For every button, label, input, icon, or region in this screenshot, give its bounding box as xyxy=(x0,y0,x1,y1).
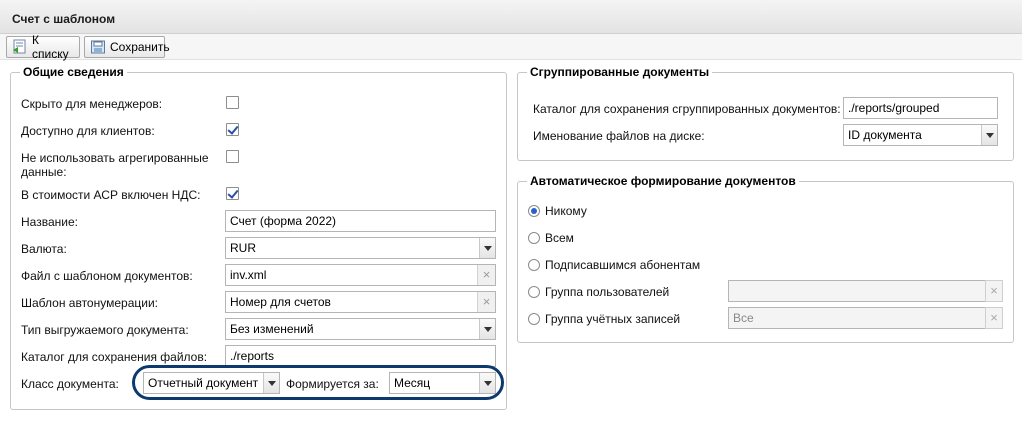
file-naming-select[interactable]: ID документа xyxy=(843,124,998,146)
hidden-for-managers-checkbox[interactable] xyxy=(226,96,239,109)
clear-icon[interactable]: × xyxy=(477,265,495,285)
clear-icon[interactable]: × xyxy=(985,307,1003,329)
autonumber-input[interactable]: Номер для счетов × xyxy=(225,291,496,313)
file-naming-value: ID документа xyxy=(848,128,922,142)
chevron-down-icon[interactable] xyxy=(479,319,495,339)
toolbar: К списку Сохранить xyxy=(0,33,1022,61)
autonumber-value: Номер для счетов xyxy=(230,295,331,309)
no-aggregated-checkbox[interactable] xyxy=(226,150,239,163)
no-aggregated-label-line1: Не использовать агрегированные xyxy=(21,151,209,165)
window-title: Счет с шаблоном xyxy=(12,12,116,26)
save-dir-input[interactable]: ./reports xyxy=(225,345,496,367)
currency-select[interactable]: RUR xyxy=(225,237,496,259)
clear-icon[interactable]: × xyxy=(477,292,495,312)
chevron-down-icon[interactable] xyxy=(981,125,997,145)
save-button[interactable]: Сохранить xyxy=(84,36,170,58)
clear-icon[interactable]: × xyxy=(985,280,1003,302)
list-back-icon xyxy=(12,39,28,55)
grouped-dir-label: Каталог для сохранения сгруппированных д… xyxy=(533,102,841,116)
grouped-dir-input[interactable]: ./reports/grouped xyxy=(843,97,998,119)
template-file-label: Файл с шаблоном документов: xyxy=(21,269,193,283)
back-to-list-label: К списку xyxy=(32,33,69,61)
save-dir-value: ./reports xyxy=(230,349,275,363)
save-dir-label: Каталог для сохранения файлов: xyxy=(21,350,208,364)
radio-everyone[interactable] xyxy=(528,232,540,244)
available-for-clients-label: Доступно для клиентов: xyxy=(21,124,155,138)
name-label: Название: xyxy=(21,215,78,229)
currency-label: Валюта: xyxy=(21,242,67,256)
export-type-value: Без изменений xyxy=(230,322,314,336)
radio-nobody-label: Никому xyxy=(545,204,587,218)
chevron-down-icon[interactable] xyxy=(479,238,495,258)
template-file-value: inv.xml xyxy=(230,268,267,282)
auto-generation-legend: Автоматическое формирование документов xyxy=(530,174,796,188)
window-title-bar: Счет с шаблоном xyxy=(0,0,1022,34)
vat-included-label: В стоимости АСР включен НДС: xyxy=(21,188,201,202)
autonumber-label: Шаблон автонумерации: xyxy=(21,296,158,310)
file-naming-label: Именование файлов на диске: xyxy=(533,129,705,143)
grouped-docs-legend: Сгруппированные документы xyxy=(530,65,710,79)
highlight-ring xyxy=(132,365,504,400)
available-for-clients-checkbox[interactable] xyxy=(226,123,239,136)
radio-account-group-label: Группа учётных записей xyxy=(545,312,681,326)
currency-value: RUR xyxy=(230,241,256,255)
save-label: Сохранить xyxy=(110,40,170,54)
vat-included-checkbox[interactable] xyxy=(226,187,239,200)
radio-user-group-label: Группа пользователей xyxy=(545,285,670,299)
doc-class-label: Класс документа: xyxy=(21,377,119,391)
export-type-select[interactable]: Без изменений xyxy=(225,318,496,340)
account-group-input[interactable]: Все xyxy=(728,307,986,329)
user-group-input[interactable] xyxy=(728,280,986,302)
save-icon xyxy=(90,39,106,55)
hidden-for-managers-label: Скрыто для менеджеров: xyxy=(21,97,163,111)
radio-account-group[interactable] xyxy=(528,313,540,325)
radio-subscribers-label: Подписавшимся абонентам xyxy=(545,258,701,272)
name-input[interactable]: Счет (форма 2022) xyxy=(225,210,496,232)
grouped-dir-value: ./reports/grouped xyxy=(848,101,940,115)
account-group-value: Все xyxy=(733,311,754,325)
export-type-label: Тип выгружаемого документа: xyxy=(21,323,189,337)
radio-subscribers[interactable] xyxy=(528,259,540,271)
name-value: Счет (форма 2022) xyxy=(230,214,337,228)
no-aggregated-label-line2: данные: xyxy=(21,165,67,179)
general-info-legend: Общие сведения xyxy=(23,65,124,79)
radio-everyone-label: Всем xyxy=(545,231,574,245)
radio-nobody[interactable] xyxy=(528,205,540,217)
radio-user-group[interactable] xyxy=(528,286,540,298)
back-to-list-button[interactable]: К списку xyxy=(6,33,80,61)
template-file-input[interactable]: inv.xml × xyxy=(225,264,496,286)
